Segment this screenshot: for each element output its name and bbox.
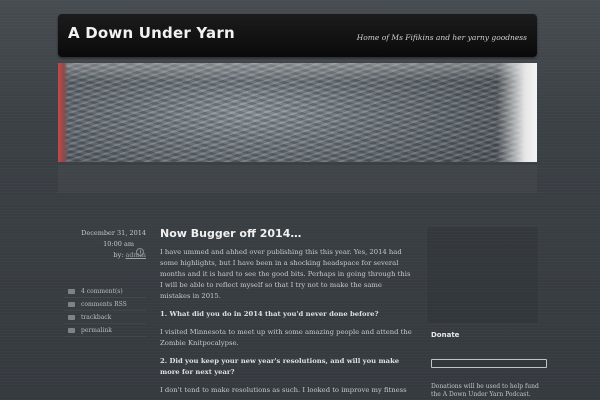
navigation-bar bbox=[58, 165, 537, 193]
post-title[interactable]: Now Bugger off 2014… bbox=[160, 227, 413, 241]
post-date: December 31, 2014 bbox=[81, 229, 146, 237]
header-banner-image bbox=[58, 63, 537, 162]
by-label: by: bbox=[113, 251, 124, 259]
site-header: A Down Under Yarn Home of Ms Fifikins an… bbox=[58, 14, 537, 57]
site-title[interactable]: A Down Under Yarn bbox=[68, 24, 235, 42]
comments-label[interactable]: 4 comment(s) bbox=[81, 288, 123, 295]
trackback-label[interactable]: trackback bbox=[81, 314, 111, 321]
banner-highlight bbox=[58, 63, 537, 81]
post-question: 2. Did you keep your new year's resoluti… bbox=[160, 357, 400, 376]
post-meta: December 31, 2014 10:00 am by: admin bbox=[64, 228, 146, 261]
donate-input[interactable] bbox=[431, 359, 547, 368]
permalink-label[interactable]: permalink bbox=[81, 327, 112, 334]
rss-icon bbox=[68, 302, 75, 307]
trackback-link[interactable]: trackback bbox=[64, 312, 146, 324]
post-paragraph: I have ummed and ahhed over publishing t… bbox=[160, 248, 411, 300]
post-question: 1. What did you do in 2014 that you'd ne… bbox=[160, 310, 379, 318]
banner-red-edge bbox=[58, 63, 68, 162]
clock-icon bbox=[136, 248, 144, 256]
blog-post: Now Bugger off 2014… I have ummed and ah… bbox=[160, 227, 413, 396]
comments-rss-label[interactable]: comments RSS bbox=[81, 301, 127, 308]
donate-heading: Donate bbox=[431, 331, 460, 339]
link-icon bbox=[68, 328, 75, 333]
site-tagline: Home of Ms Fifikins and her yarny goodne… bbox=[356, 33, 527, 42]
permalink-link[interactable]: permalink bbox=[64, 325, 146, 337]
post-paragraph: I visited Minnesota to meet up with some… bbox=[160, 328, 412, 347]
post-paragraph: I don't tend to make resolutions as such… bbox=[160, 386, 407, 394]
comments-rss-link[interactable]: comments RSS bbox=[64, 299, 146, 311]
sidebar-widget bbox=[426, 226, 539, 324]
post-actions: 4 comment(s) comments RSS trackback perm… bbox=[64, 286, 146, 338]
banner-light-edge bbox=[497, 63, 537, 162]
post-author: by: admin bbox=[64, 250, 146, 261]
comments-link[interactable]: 4 comment(s) bbox=[64, 286, 146, 298]
comment-icon bbox=[68, 289, 75, 294]
post-time: 10:00 am bbox=[103, 240, 134, 248]
trackback-icon bbox=[68, 315, 75, 320]
donate-description: Donations will be used to help fund the … bbox=[431, 383, 539, 398]
